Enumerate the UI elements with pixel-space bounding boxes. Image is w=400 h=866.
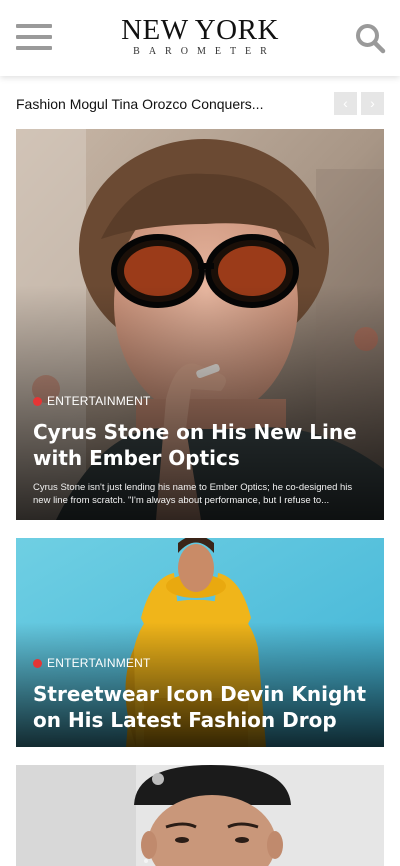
ticker-headline[interactable]: Fashion Mogul Tina Orozco Conquers... bbox=[16, 95, 316, 113]
article-card[interactable]: ENTERTAINMENT Cyrus Stone on His New Lin… bbox=[16, 129, 384, 520]
ticker-next-button[interactable]: › bbox=[361, 92, 384, 115]
article-title[interactable]: Streetwear Icon Devin Knight on His Late… bbox=[33, 681, 367, 733]
logo-subtitle: BAROMETER bbox=[133, 46, 276, 57]
category-tag[interactable]: ENTERTAINMENT bbox=[33, 655, 367, 671]
menu-bar bbox=[16, 35, 52, 39]
category-dot-icon bbox=[33, 658, 42, 668]
article-card[interactable] bbox=[16, 765, 384, 866]
hamburger-menu-icon[interactable] bbox=[16, 24, 52, 52]
article-text: ENTERTAINMENT Cyrus Stone on His New Lin… bbox=[33, 393, 367, 507]
search-icon[interactable] bbox=[354, 22, 386, 54]
category-dot-icon bbox=[33, 396, 42, 406]
article-card[interactable]: ENTERTAINMENT Streetwear Icon Devin Knig… bbox=[16, 538, 384, 747]
ticker-prev-button[interactable]: ‹ bbox=[334, 92, 357, 115]
site-header: NEW YORK BAROMETER bbox=[0, 0, 400, 76]
category-label: ENTERTAINMENT bbox=[47, 394, 151, 408]
article-excerpt: Cyrus Stone isn't just lending his name … bbox=[33, 482, 353, 506]
article-image bbox=[16, 765, 384, 866]
menu-bar bbox=[16, 46, 52, 50]
article-title[interactable]: Cyrus Stone on His New Line with Ember O… bbox=[33, 419, 367, 471]
category-tag[interactable]: ENTERTAINMENT bbox=[33, 393, 367, 409]
news-ticker: Fashion Mogul Tina Orozco Conquers... ‹ … bbox=[16, 92, 384, 116]
logo-title: NEW YORK bbox=[121, 14, 279, 46]
article-text: ENTERTAINMENT Streetwear Icon Devin Knig… bbox=[33, 655, 367, 733]
menu-bar bbox=[16, 24, 52, 28]
site-logo[interactable]: NEW YORK BAROMETER bbox=[100, 16, 300, 58]
category-label: ENTERTAINMENT bbox=[47, 656, 151, 670]
